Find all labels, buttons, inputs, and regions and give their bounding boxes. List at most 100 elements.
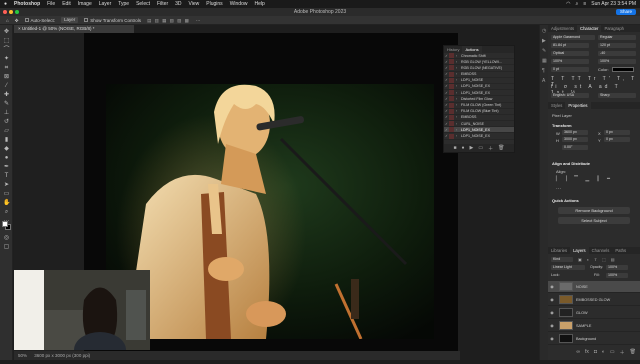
remove-background-button[interactable]: Remove Background	[558, 207, 630, 214]
dialog-toggle-icon[interactable]	[449, 108, 454, 114]
screen-mode-icon[interactable]: ▢	[3, 244, 10, 250]
text-color-swatch[interactable]	[612, 67, 634, 72]
zoom-level[interactable]: 50%	[18, 353, 27, 358]
dialog-toggle-icon[interactable]	[449, 96, 454, 102]
stop-icon[interactable]: ■	[453, 145, 456, 151]
select-subject-button[interactable]: Select Subject	[558, 217, 630, 224]
opacity-field[interactable]: 100%	[606, 265, 628, 270]
move-tool-icon[interactable]: ✥	[15, 16, 19, 25]
mask-icon[interactable]: ◘	[594, 349, 597, 357]
y-field[interactable]: 0 px	[604, 137, 630, 142]
tab-layers[interactable]: Layers	[570, 247, 589, 254]
control-center-icon[interactable]: ≡	[583, 0, 586, 8]
paragraph-panel-icon[interactable]: ¶	[542, 69, 547, 74]
menu-view[interactable]: View	[189, 0, 200, 8]
new-set-icon[interactable]: ▭	[478, 145, 483, 151]
gradient-tool-icon[interactable]: ▮	[3, 137, 10, 143]
close-window-icon[interactable]	[3, 10, 7, 14]
tab-paths[interactable]: Paths	[612, 247, 629, 254]
x-field[interactable]: 0 px	[604, 130, 630, 135]
history-brush-tool-icon[interactable]: ↺	[3, 119, 10, 125]
layer-row[interactable]: ◉ Background	[548, 333, 640, 345]
menu-layer[interactable]: Layer	[99, 0, 112, 8]
actions-panel-icon[interactable]: ▶	[542, 39, 547, 44]
font-style-select[interactable]: Regular	[598, 35, 636, 40]
kerning-field[interactable]: Optical	[551, 51, 589, 56]
tab-styles[interactable]: Styles	[548, 102, 565, 109]
menu-edit[interactable]: Edit	[62, 0, 71, 8]
menu-help[interactable]: Help	[254, 0, 264, 8]
glyphs-panel-icon[interactable]: A	[542, 79, 547, 84]
menu-filter[interactable]: Filter	[157, 0, 168, 8]
dialog-toggle-icon[interactable]	[449, 127, 454, 133]
dialog-toggle-icon[interactable]	[449, 53, 454, 59]
marquee-tool-icon[interactable]: ⬚	[3, 38, 10, 44]
adjustment-layer-icon[interactable]: ◐	[602, 349, 605, 357]
delete-layer-icon[interactable]: 🗑	[630, 349, 636, 357]
menu-image[interactable]: Image	[78, 0, 92, 8]
dodge-tool-icon[interactable]: ●	[3, 155, 10, 161]
hand-tool-icon[interactable]: ✋	[3, 200, 10, 206]
document-tab[interactable]: × Untitled-1 @ 50% (NOISE, RGB/8) *	[14, 25, 134, 33]
layer-row[interactable]: ◉ NOISE	[548, 281, 640, 293]
magic-wand-tool-icon[interactable]: ✦	[3, 56, 10, 62]
trash-icon[interactable]: 🗑	[498, 145, 504, 151]
tab-channels[interactable]: Channels	[589, 247, 613, 254]
auto-select-dropdown[interactable]: Layer	[61, 17, 79, 23]
minimize-window-icon[interactable]	[9, 10, 13, 14]
tab-adjustments[interactable]: Adjustments	[548, 25, 577, 32]
menu-file[interactable]: File	[47, 0, 55, 8]
play-icon[interactable]: ▶	[470, 145, 474, 151]
brush-panel-icon[interactable]: ✎	[542, 49, 547, 54]
type-tool-icon[interactable]: T	[3, 173, 10, 179]
dialog-toggle-icon[interactable]	[449, 65, 454, 71]
zoom-window-icon[interactable]	[15, 10, 19, 14]
search-icon[interactable]: ⌕	[576, 0, 579, 8]
dialog-toggle-icon[interactable]	[449, 114, 454, 120]
tab-libraries[interactable]: Libraries	[548, 247, 570, 254]
brush-tool-icon[interactable]: ✎	[3, 101, 10, 107]
menu-window[interactable]: Window	[230, 0, 248, 8]
shape-tool-icon[interactable]: ▭	[3, 191, 10, 197]
menu-app[interactable]: Photoshop	[14, 0, 40, 8]
blur-tool-icon[interactable]: ◆	[3, 146, 10, 152]
layer-filter-icons[interactable]: ▣ ◐ T ⬚ ▤	[578, 257, 617, 262]
foreground-color-swatch[interactable]	[2, 221, 8, 227]
tab-properties[interactable]: Properties	[565, 102, 591, 109]
apple-menu-icon[interactable]: ●	[4, 0, 7, 8]
share-button[interactable]: Share	[615, 9, 636, 15]
menu-plugins[interactable]: Plugins	[206, 0, 222, 8]
height-field[interactable]: 3000 px	[562, 137, 588, 142]
more-icon[interactable]: ···	[196, 16, 201, 25]
visibility-eye-icon[interactable]: ◉	[548, 310, 556, 315]
dialog-toggle-icon[interactable]	[449, 71, 454, 77]
eyedropper-tool-icon[interactable]: ⁄	[3, 83, 10, 89]
tab-character[interactable]: Character	[577, 25, 602, 32]
language-select[interactable]: English: USA	[551, 93, 589, 98]
lasso-tool-icon[interactable]: ⌒	[3, 47, 10, 53]
align-buttons[interactable]: ▏▕ ▔ ▁ ┃ ━	[556, 176, 613, 182]
menubar-clock[interactable]: Sun Apr 23 3:54 PM	[591, 0, 636, 8]
more-options-icon[interactable]: ···	[556, 186, 561, 192]
font-size-field[interactable]: 81.84 pt	[551, 43, 589, 48]
transform-controls-checkbox[interactable]: Show Transform Controls	[84, 16, 141, 25]
horizontal-scale-field[interactable]: 100%	[598, 59, 636, 64]
visibility-eye-icon[interactable]: ◉	[548, 323, 556, 328]
layer-row[interactable]: ◉ GLOW	[548, 307, 640, 319]
dialog-toggle-icon[interactable]	[449, 90, 454, 96]
quick-mask-icon[interactable]: ◎	[3, 235, 10, 241]
antialias-select[interactable]: Sharp	[598, 93, 636, 98]
move-tool-icon[interactable]: ✥	[3, 29, 10, 35]
stamp-tool-icon[interactable]: ⊥	[3, 110, 10, 116]
layer-row[interactable]: ◉ SAMPLE	[548, 320, 640, 332]
pen-tool-icon[interactable]: ✒	[3, 164, 10, 170]
new-layer-icon[interactable]: ＋	[620, 349, 625, 357]
action-row[interactable]: ✓ › LDP1_NOISE_EX	[444, 133, 514, 140]
home-icon[interactable]: ⌂	[6, 16, 9, 25]
dialog-toggle-icon[interactable]	[449, 133, 454, 139]
tracking-field[interactable]: -40	[598, 51, 636, 56]
eraser-tool-icon[interactable]: ▱	[3, 128, 10, 134]
dialog-toggle-icon[interactable]	[449, 59, 454, 65]
dialog-toggle-icon[interactable]	[449, 77, 454, 83]
blend-mode-select[interactable]: Linear Light	[551, 265, 585, 270]
